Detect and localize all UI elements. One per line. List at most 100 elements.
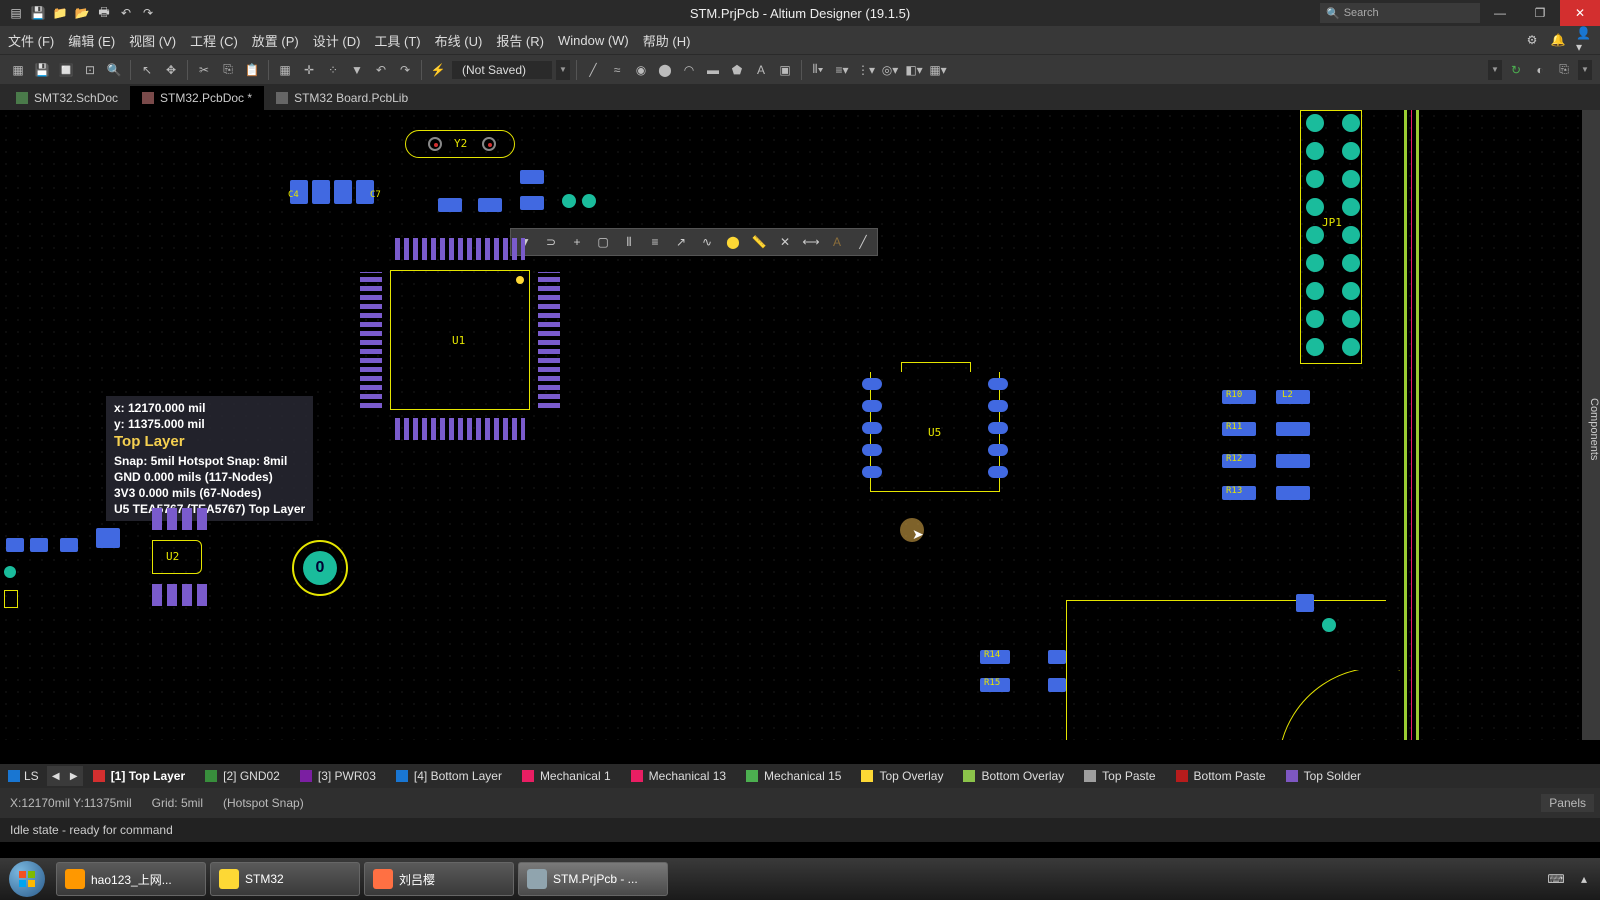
user-icon[interactable]: 👤▾ (1576, 32, 1592, 48)
paste-icon[interactable]: 📋 (242, 60, 262, 80)
resistor-grid[interactable]: R10 R11 R12 R13 (1222, 390, 1256, 500)
component-pad[interactable] (60, 538, 78, 552)
component-icon[interactable]: ▣ (775, 60, 795, 80)
layer-tab-top-overlay[interactable]: Top Overlay (851, 769, 953, 783)
measure-icon[interactable]: 📏 (751, 234, 767, 250)
compile-icon[interactable]: ⚡ (428, 60, 448, 80)
component-pad[interactable] (478, 198, 502, 212)
filter-icon[interactable]: ▼ (347, 60, 367, 80)
tab-pcblib[interactable]: STM32 Board.PcbLib (264, 86, 420, 110)
grid-icon[interactable]: ▦ (275, 60, 295, 80)
state-dropdown[interactable]: ▼ (556, 60, 570, 80)
u5-pad[interactable] (862, 444, 882, 456)
menu-design[interactable]: 设计 (D) (313, 31, 361, 50)
menu-view[interactable]: 视图 (V) (129, 31, 176, 50)
dimension-icon[interactable]: ⟷ (803, 234, 819, 250)
dist-icon[interactable]: ⋮▾ (856, 60, 876, 80)
menu-report[interactable]: 报告 (R) (496, 31, 544, 50)
layer-nav-right[interactable]: ▶ (65, 766, 83, 786)
component-pad[interactable] (1296, 594, 1314, 612)
show-hidden-icon[interactable]: ▴ (1574, 864, 1594, 894)
layer-tab-bot-paste[interactable]: Bottom Paste (1166, 769, 1276, 783)
new-icon[interactable]: ▦ (8, 60, 28, 80)
via-icon[interactable]: ⬤ (725, 234, 741, 250)
menu-window[interactable]: Window (W) (558, 33, 629, 48)
component-pad[interactable]: R14 (980, 650, 1010, 664)
via[interactable] (1322, 618, 1336, 632)
folder-icon[interactable]: 📂 (74, 5, 90, 21)
u5-pad[interactable] (988, 378, 1008, 390)
menu-place[interactable]: 放置 (P) (252, 31, 299, 50)
open-icon[interactable]: 📁 (52, 5, 68, 21)
layer-tab-mech13[interactable]: Mechanical 13 (621, 769, 736, 783)
route-track-icon[interactable]: ╱ (583, 60, 603, 80)
start-button[interactable] (0, 858, 54, 900)
u5-pad[interactable] (862, 422, 882, 434)
layer-tab-top-paste[interactable]: Top Paste (1074, 769, 1165, 783)
origin-icon[interactable]: ◎▾ (880, 60, 900, 80)
undo-icon[interactable]: ↶ (118, 5, 134, 21)
search-input[interactable]: 🔍 Search (1320, 3, 1480, 23)
layer-tab-bot-overlay[interactable]: Bottom Overlay (953, 769, 1074, 783)
component-y2[interactable]: Y2 (405, 130, 515, 158)
zoom-fit-icon[interactable]: 🔲 (56, 60, 76, 80)
lasso-icon[interactable]: ⊃ (543, 234, 559, 250)
menu-help[interactable]: 帮助 (H) (643, 31, 691, 50)
rect-icon[interactable]: ▢ (595, 234, 611, 250)
panels-button[interactable]: Panels (1541, 794, 1594, 812)
layer-tab-top-solder[interactable]: Top Solder (1276, 769, 1371, 783)
touch-select-icon[interactable]: ✥ (161, 60, 181, 80)
component-pad[interactable] (30, 538, 48, 552)
gear-icon[interactable]: ⚙ (1524, 32, 1540, 48)
layer-tab-bottom[interactable]: [4] Bottom Layer (386, 769, 512, 783)
component-pad[interactable] (520, 196, 544, 210)
tab-schdoc[interactable]: SMT32.SchDoc (4, 86, 130, 110)
align-h-icon[interactable]: ⫴ (621, 234, 637, 250)
taskbar-item-doc[interactable]: 刘吕樱 (364, 862, 514, 896)
resistor-grid-2[interactable]: L2 (1276, 390, 1310, 500)
arrange-icon[interactable]: ⫴▾ (808, 60, 828, 80)
fill-icon[interactable]: ▬ (703, 60, 723, 80)
print-icon[interactable]: 🖶 (96, 5, 112, 21)
layer-tab-top[interactable]: [1] Top Layer (83, 769, 195, 783)
layer-nav-left[interactable]: ◀ (47, 766, 65, 786)
components-panel-tab[interactable]: Components (1582, 110, 1600, 740)
component-pad[interactable] (520, 170, 544, 184)
save-icon[interactable]: 💾 (30, 5, 46, 21)
taskbar-item-explorer[interactable]: STM32 (210, 862, 360, 896)
component-pad[interactable] (96, 528, 120, 548)
menu-route[interactable]: 布线 (U) (435, 31, 483, 50)
layer-tab-mech15[interactable]: Mechanical 15 (736, 769, 851, 783)
u5-pad[interactable] (862, 466, 882, 478)
text-icon[interactable]: A (829, 234, 845, 250)
string-icon[interactable]: A (751, 60, 771, 80)
u5-pad[interactable] (988, 466, 1008, 478)
distribute-icon[interactable]: ≡ (647, 234, 663, 250)
redo-icon[interactable]: ↷ (140, 5, 156, 21)
tune-icon[interactable]: ∿ (699, 234, 715, 250)
maximize-button[interactable]: ❐ (1520, 0, 1560, 26)
route-icon[interactable]: ↗ (673, 234, 689, 250)
u5-pad[interactable] (988, 422, 1008, 434)
component-pad[interactable] (438, 198, 462, 212)
zoom-area-icon[interactable]: ⊡ (80, 60, 100, 80)
compare-icon[interactable]: ⎘ (1554, 60, 1574, 80)
fiducial-0[interactable]: 0 (292, 540, 348, 596)
align-icon[interactable]: ≡▾ (832, 60, 852, 80)
diff-icon[interactable]: ◐ (1530, 60, 1550, 80)
u5-pad[interactable] (862, 378, 882, 390)
via-icon[interactable]: ◉ (631, 60, 651, 80)
via[interactable] (4, 566, 16, 578)
component-pad[interactable] (1048, 650, 1066, 664)
component-pad[interactable] (6, 538, 24, 552)
menu-edit[interactable]: 编辑 (E) (68, 31, 115, 50)
copy-icon[interactable]: ⎘ (218, 60, 238, 80)
component-outline[interactable] (4, 590, 18, 608)
component-pad[interactable]: R15 (980, 678, 1010, 692)
caps-row[interactable] (290, 180, 374, 204)
menu-project[interactable]: 工程 (C) (190, 31, 238, 50)
grid-tool-icon[interactable]: ▦▾ (928, 60, 948, 80)
cross-icon[interactable]: ✛ (299, 60, 319, 80)
keyboard-icon[interactable]: ⌨ (1546, 864, 1566, 894)
u5-pad[interactable] (988, 400, 1008, 412)
